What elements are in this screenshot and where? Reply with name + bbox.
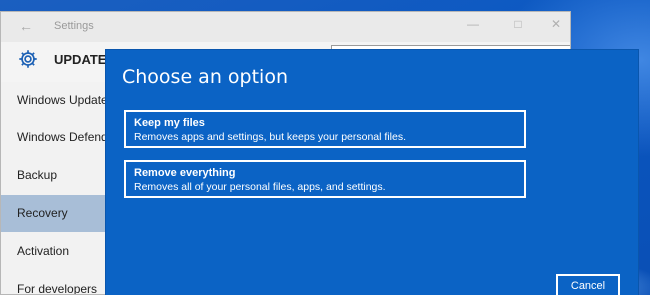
back-arrow-icon[interactable]: ←	[19, 18, 33, 34]
sidebar: Windows Update Windows Defender Backup R…	[1, 82, 106, 294]
option-title: Keep my files	[134, 117, 205, 129]
dialog-title: Choose an option	[122, 66, 288, 88]
reset-pc-dialog: Choose an option Keep my files Removes a…	[106, 50, 638, 295]
remove-everything-option[interactable]: Remove everything Removes all of your pe…	[124, 160, 526, 198]
maximize-icon[interactable]: □	[508, 17, 528, 31]
minimize-icon[interactable]: —	[463, 17, 483, 31]
close-icon[interactable]: ✕	[546, 17, 566, 31]
sidebar-item-for-developers[interactable]: For developers	[1, 271, 106, 294]
gear-icon	[19, 50, 37, 68]
option-description: Removes all of your personal files, apps…	[134, 181, 386, 193]
sidebar-item-windows-update[interactable]: Windows Update	[1, 82, 106, 119]
window-title: Settings	[54, 20, 94, 32]
option-description: Removes apps and settings, but keeps you…	[134, 131, 406, 143]
sidebar-item-activation[interactable]: Activation	[1, 233, 106, 270]
option-title: Remove everything	[134, 167, 236, 179]
keep-my-files-option[interactable]: Keep my files Removes apps and settings,…	[124, 110, 526, 148]
sidebar-item-recovery[interactable]: Recovery	[1, 195, 106, 232]
sidebar-item-windows-defender[interactable]: Windows Defender	[1, 119, 106, 156]
sidebar-item-backup[interactable]: Backup	[1, 157, 106, 194]
cancel-button[interactable]: Cancel	[556, 274, 620, 295]
title-bar: ← Settings — □ ✕	[1, 12, 570, 42]
